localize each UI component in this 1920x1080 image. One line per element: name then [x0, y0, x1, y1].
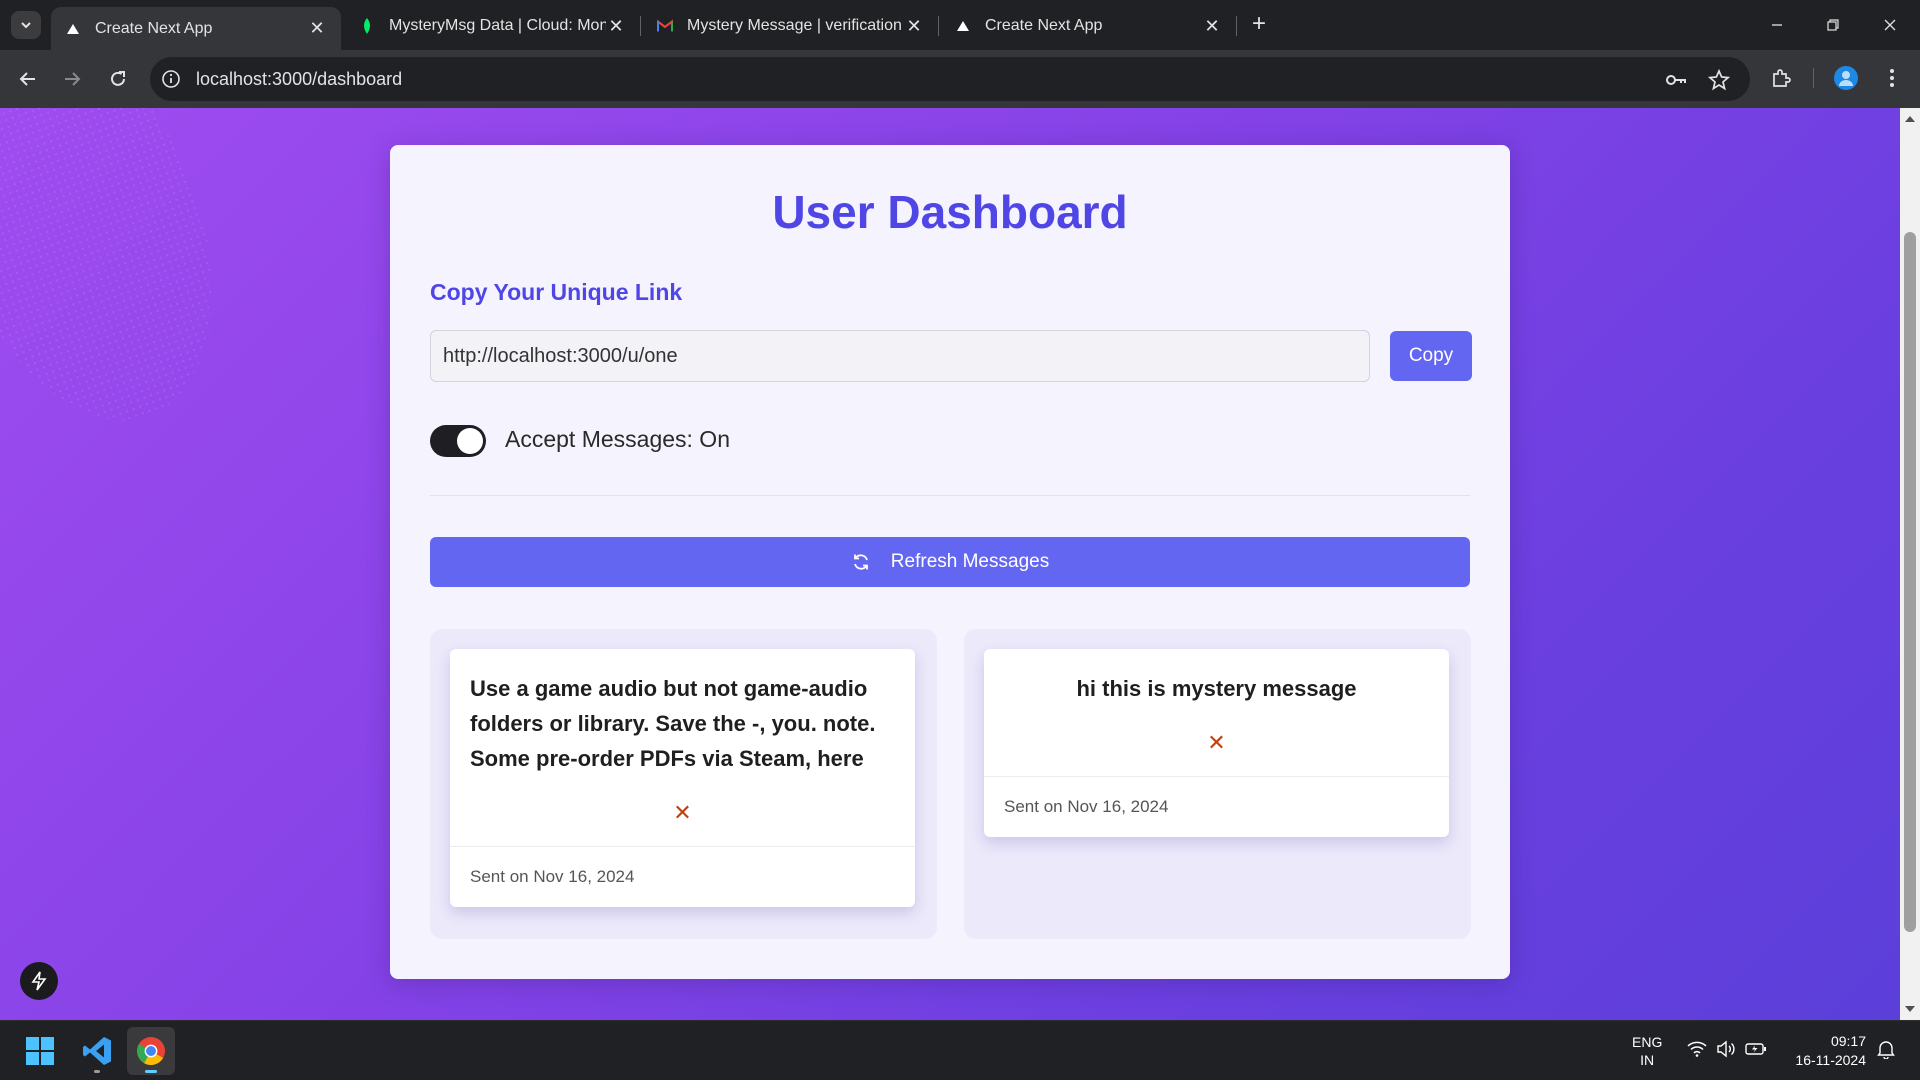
- running-indicator: [94, 1070, 100, 1073]
- volume-icon[interactable]: [1714, 1037, 1738, 1061]
- taskbar-chrome[interactable]: [127, 1027, 175, 1075]
- tab-close-icon[interactable]: ✕: [1202, 16, 1222, 37]
- refresh-label: Refresh Messages: [890, 551, 1050, 572]
- tab-title: Mystery Message | verification c: [687, 17, 904, 34]
- delete-message-button[interactable]: ✕: [984, 732, 1449, 754]
- message-date: Sent on Nov 16, 2024: [450, 846, 915, 907]
- delete-message-button[interactable]: ✕: [450, 802, 915, 824]
- reload-button[interactable]: [103, 64, 133, 94]
- arrow-left-icon: [19, 72, 35, 86]
- tab-gmail[interactable]: Mystery Message | verification c ✕: [643, 7, 938, 45]
- refresh-messages-button[interactable]: Refresh Messages: [430, 537, 1470, 587]
- tab-title: Create Next App: [95, 19, 213, 37]
- nextjs-triangle-icon: [65, 21, 81, 37]
- password-key-icon[interactable]: [1663, 67, 1689, 93]
- section-divider: [430, 495, 1470, 496]
- copy-button[interactable]: Copy: [1390, 331, 1472, 381]
- accept-messages-switch[interactable]: [430, 425, 486, 457]
- tab-mongodb[interactable]: MysteryMsg Data | Cloud: Mon ✕: [345, 7, 640, 45]
- nextjs-dev-indicator-button[interactable]: [20, 962, 58, 1000]
- gmail-icon: [657, 18, 673, 34]
- clock-date: 16-11-2024: [1795, 1052, 1866, 1068]
- tab-separator: [938, 16, 939, 36]
- tab-separator: [640, 16, 641, 36]
- message-column: hi this is mystery message ✕ Sent on Nov…: [964, 629, 1471, 939]
- message-content: hi this is mystery message: [1076, 676, 1357, 701]
- back-button[interactable]: [13, 64, 43, 94]
- mongodb-leaf-icon: [359, 18, 375, 34]
- tab-strip: Create Next App ✕ MysteryMsg Data | Clou…: [0, 0, 1920, 50]
- tab-search-button[interactable]: [11, 11, 41, 39]
- restore-icon: [1827, 19, 1839, 31]
- taskbar-vscode[interactable]: [73, 1027, 121, 1075]
- switch-knob: [457, 428, 483, 454]
- arrow-right-icon: [65, 72, 81, 86]
- start-button[interactable]: [16, 1027, 64, 1075]
- windows-taskbar: ENG IN 09:17 16-11-2024: [0, 1020, 1920, 1080]
- tab-title: Create Next App: [985, 17, 1103, 34]
- forward-button[interactable]: [57, 64, 87, 94]
- lightning-bolt-icon: [31, 971, 47, 991]
- bookmark-star-icon[interactable]: [1706, 67, 1732, 93]
- tab-create-next-app[interactable]: Create Next App ✕: [51, 7, 341, 50]
- chrome-icon: [137, 1037, 165, 1065]
- page-scrollbar[interactable]: [1900, 108, 1920, 1020]
- unique-link-label: Copy Your Unique Link: [430, 279, 683, 305]
- address-bar[interactable]: localhost:3000/dashboard: [150, 57, 1750, 101]
- scrollbar-thumb[interactable]: [1904, 232, 1916, 932]
- dashboard-card: User Dashboard Copy Your Unique Link Cop…: [390, 145, 1510, 979]
- toolbar-separator: [1813, 68, 1814, 88]
- page-title: User Dashboard: [772, 186, 1128, 238]
- minimize-button[interactable]: [1757, 8, 1797, 42]
- clock-time: 09:17: [1830, 1033, 1866, 1049]
- browser-toolbar: localhost:3000/dashboard: [0, 50, 1920, 108]
- tab-separator: [1236, 16, 1237, 36]
- accept-messages-label: Accept Messages: On: [505, 426, 730, 452]
- message-content: Use a game audio but not game-audio fold…: [470, 676, 876, 771]
- refresh-icon: [853, 554, 868, 570]
- unique-link-input[interactable]: [430, 330, 1370, 382]
- restore-button[interactable]: [1813, 8, 1853, 42]
- active-indicator: [145, 1070, 157, 1073]
- input-language-indicator[interactable]: ENG IN: [1632, 1033, 1662, 1069]
- nextjs-triangle-icon: [955, 18, 971, 34]
- message-card: hi this is mystery message ✕ Sent on Nov…: [984, 649, 1449, 837]
- new-tab-button[interactable]: +: [1245, 11, 1273, 39]
- tab-close-icon[interactable]: ✕: [904, 16, 924, 37]
- scroll-down-arrow-icon[interactable]: [1905, 1006, 1915, 1012]
- language-code: ENG: [1632, 1034, 1663, 1050]
- chevron-down-icon: [21, 22, 31, 29]
- decorative-dot-pattern: [0, 108, 262, 457]
- minimize-icon: [1772, 24, 1782, 26]
- more-menu-icon[interactable]: [1878, 64, 1906, 92]
- url-text[interactable]: localhost:3000/dashboard: [196, 69, 402, 90]
- vscode-icon: [83, 1037, 111, 1065]
- extensions-puzzle-icon[interactable]: [1767, 64, 1795, 92]
- battery-charging-icon[interactable]: [1744, 1037, 1768, 1061]
- tab-close-icon[interactable]: ✕: [606, 16, 626, 37]
- message-card: Use a game audio but not game-audio fold…: [450, 649, 915, 907]
- tab-title: MysteryMsg Data | Cloud: Mon: [389, 17, 606, 34]
- windows-logo-icon: [26, 1037, 54, 1065]
- close-window-button[interactable]: [1870, 8, 1910, 42]
- tab-create-next-app-2[interactable]: Create Next App ✕: [941, 7, 1236, 45]
- page-viewport: User Dashboard Copy Your Unique Link Cop…: [0, 108, 1900, 1020]
- close-icon: [1884, 19, 1896, 31]
- region-code: IN: [1640, 1052, 1655, 1068]
- profile-avatar-icon[interactable]: [1832, 64, 1860, 92]
- message-date: Sent on Nov 16, 2024: [984, 776, 1449, 837]
- notification-bell-icon[interactable]: [1874, 1037, 1898, 1061]
- tab-close-icon[interactable]: ✕: [307, 18, 327, 39]
- wifi-icon[interactable]: [1685, 1037, 1709, 1061]
- scroll-up-arrow-icon[interactable]: [1905, 116, 1915, 122]
- site-info-icon[interactable]: [160, 68, 182, 90]
- system-clock[interactable]: 09:17 16-11-2024: [1786, 1032, 1866, 1070]
- reload-icon: [111, 71, 125, 86]
- message-column: Use a game audio but not game-audio fold…: [430, 629, 937, 939]
